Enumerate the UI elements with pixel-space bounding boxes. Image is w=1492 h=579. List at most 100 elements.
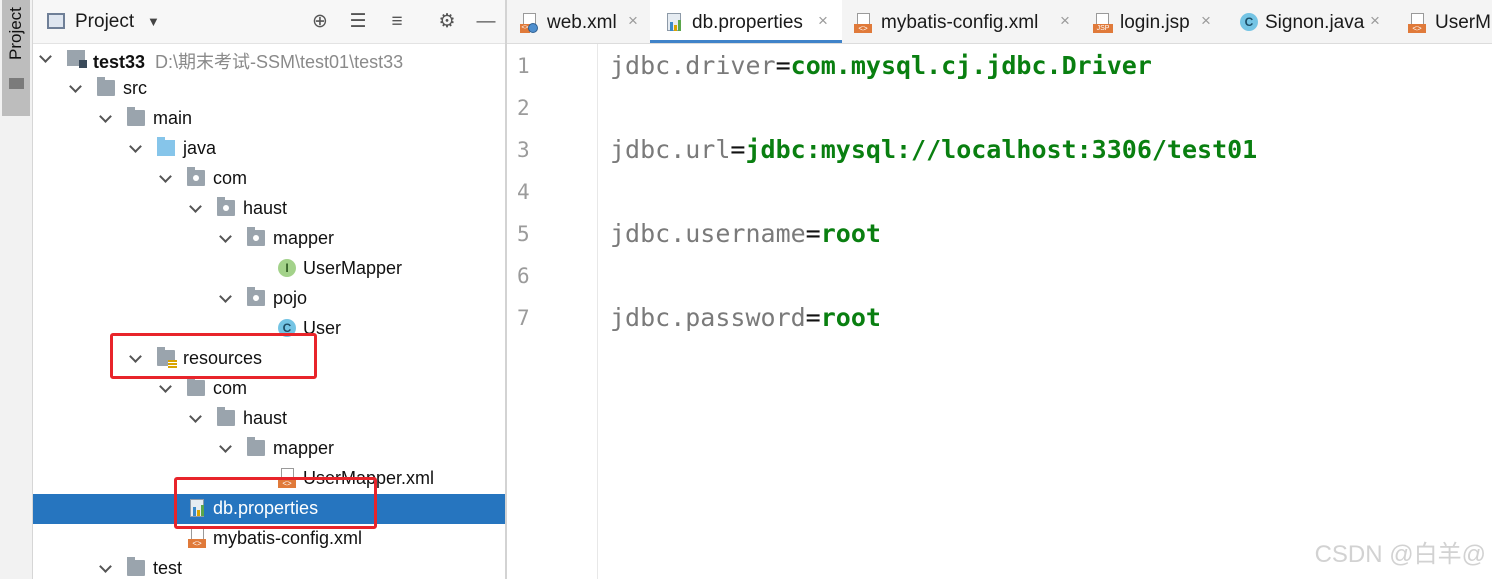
- chevron-down-icon[interactable]: [219, 231, 233, 245]
- tree-row-src[interactable]: src: [33, 74, 507, 104]
- package-icon: [217, 197, 235, 216]
- property-key: jdbc.url: [610, 135, 731, 164]
- close-icon[interactable]: ×: [628, 11, 638, 31]
- tree-row-haust[interactable]: haust: [33, 194, 507, 224]
- tree-label-test: test: [153, 558, 183, 578]
- tree-row-resources-haust[interactable]: haust: [33, 404, 507, 434]
- chevron-down-icon[interactable]: [219, 441, 233, 455]
- tree-row-resources-mapper[interactable]: mapper: [33, 434, 507, 464]
- folder-icon: [247, 437, 265, 456]
- property-key: jdbc.password: [610, 303, 806, 332]
- close-icon[interactable]: ×: [1370, 11, 1380, 31]
- chevron-down-icon[interactable]: [159, 381, 173, 395]
- chevron-down-icon[interactable]: ▼: [147, 14, 160, 29]
- chevron-down-icon[interactable]: [219, 291, 233, 305]
- tree-row-com[interactable]: com: [33, 164, 507, 194]
- folder-icon: [127, 107, 145, 126]
- folder-icon[interactable]: [9, 78, 24, 89]
- tree-row-java[interactable]: java: [33, 134, 507, 164]
- project-tool-tab[interactable]: Project: [2, 0, 30, 116]
- tab-label: UserM: [1435, 12, 1491, 33]
- tree-label-test33: test33: [93, 52, 146, 72]
- code-line[interactable]: jdbc.password=root: [610, 303, 881, 332]
- close-icon[interactable]: ×: [1201, 11, 1211, 31]
- tree-row-main[interactable]: main: [33, 104, 507, 134]
- chevron-down-icon[interactable]: [159, 171, 173, 185]
- editor-tab-bar: <> web.xml × db.properties × <> mybatis-…: [507, 0, 1492, 44]
- property-value: root: [820, 303, 881, 332]
- project-panel-title[interactable]: Project: [75, 11, 134, 33]
- xml-file-icon: <>: [188, 528, 206, 548]
- line-number: 3: [517, 138, 530, 162]
- close-icon[interactable]: ×: [1060, 11, 1070, 31]
- tab-mybatis-config[interactable]: <> mybatis-config.xml ×: [842, 0, 1087, 43]
- property-key: jdbc.username: [610, 219, 806, 248]
- equals-sign: =: [775, 51, 791, 80]
- code-line[interactable]: jdbc.driver=com.mysql.cj.jdbc.Driver: [610, 51, 1152, 80]
- line-number-gutter: 1 2 3 4 5 6 7: [507, 44, 598, 579]
- line-number: 4: [517, 180, 530, 204]
- tab-usermapper[interactable]: <> UserM: [1400, 0, 1492, 43]
- code-line[interactable]: jdbc.username=root: [610, 219, 881, 248]
- tab-web-xml[interactable]: <> web.xml ×: [507, 0, 650, 43]
- chevron-down-icon[interactable]: [189, 411, 203, 425]
- tab-label: login.jsp: [1120, 12, 1190, 33]
- gear-icon[interactable]: ⚙: [435, 10, 459, 34]
- tree-row-test[interactable]: test: [33, 554, 507, 579]
- tree-label-com: com: [213, 168, 248, 188]
- tab-label: mybatis-config.xml: [881, 12, 1039, 33]
- tree-label-mybatis-config: mybatis-config.xml: [213, 528, 363, 548]
- crosshair-icon[interactable]: ⊕: [308, 10, 332, 34]
- folder-icon: [217, 407, 235, 426]
- source-folder-icon: [157, 137, 175, 156]
- module-folder-icon: [67, 50, 87, 68]
- expand-all-icon[interactable]: ☰: [346, 10, 370, 34]
- folder-icon: [187, 377, 205, 396]
- tree-label-resources-com: com: [213, 378, 248, 398]
- line-number: 6: [517, 264, 530, 288]
- xml-file-icon: <>: [854, 13, 872, 33]
- close-icon[interactable]: ×: [818, 11, 828, 31]
- tree-label-resources-mapper: mapper: [273, 438, 335, 458]
- watermark: CSDN @白羊@: [1314, 541, 1486, 568]
- tree-row-test33[interactable]: test33 D:\期末考试-SSM\test01\test33: [33, 44, 507, 74]
- tree-label-pojo: pojo: [273, 288, 308, 308]
- tree-label-usermapper: UserMapper: [303, 258, 403, 278]
- tree-row-usermapper-interface[interactable]: I UserMapper: [33, 254, 507, 284]
- project-window-icon: [47, 13, 65, 29]
- package-icon: [247, 287, 265, 306]
- code-line[interactable]: jdbc.url=jdbc:mysql://localhost:3306/tes…: [610, 135, 1257, 164]
- property-key: jdbc.driver: [610, 51, 776, 80]
- collapse-all-icon[interactable]: ≡: [385, 10, 409, 34]
- chevron-down-icon[interactable]: [99, 111, 113, 125]
- tree-row-mapper[interactable]: mapper: [33, 224, 507, 254]
- code-editor[interactable]: jdbc.driver=com.mysql.cj.jdbc.Driver jdb…: [598, 44, 1492, 579]
- chevron-down-icon[interactable]: [129, 141, 143, 155]
- tab-login-jsp[interactable]: JSP login.jsp ×: [1087, 0, 1232, 43]
- chevron-down-icon[interactable]: [189, 201, 203, 215]
- property-value: jdbc:mysql://localhost:3306/test01: [745, 135, 1258, 164]
- tree-label-src: src: [123, 78, 147, 98]
- chevron-down-icon[interactable]: [69, 81, 83, 95]
- chevron-down-icon[interactable]: [99, 561, 113, 575]
- minimize-icon[interactable]: —: [474, 10, 498, 34]
- tab-label: Signon.java: [1265, 12, 1365, 33]
- property-value: root: [820, 219, 881, 248]
- line-number: 5: [517, 222, 530, 246]
- web-xml-icon: <>: [520, 13, 538, 33]
- project-tool-tab-label: Project: [6, 7, 25, 60]
- tree-label-haust: haust: [243, 198, 288, 218]
- chevron-down-icon[interactable]: [39, 51, 53, 65]
- tree-row-pojo[interactable]: pojo: [33, 284, 507, 314]
- tab-signon-java[interactable]: C Signon.java ×: [1232, 0, 1400, 43]
- tab-label: web.xml: [547, 12, 617, 33]
- interface-icon: I: [278, 259, 296, 277]
- xml-file-icon: <>: [1408, 13, 1426, 33]
- tab-db-properties[interactable]: db.properties ×: [650, 0, 842, 43]
- line-number: 2: [517, 96, 530, 120]
- tree-label-mapper: mapper: [273, 228, 335, 248]
- package-icon: [247, 227, 265, 246]
- tree-label-java: java: [183, 138, 217, 158]
- property-value: com.mysql.cj.jdbc.Driver: [790, 51, 1152, 80]
- line-number: 1: [517, 54, 530, 78]
